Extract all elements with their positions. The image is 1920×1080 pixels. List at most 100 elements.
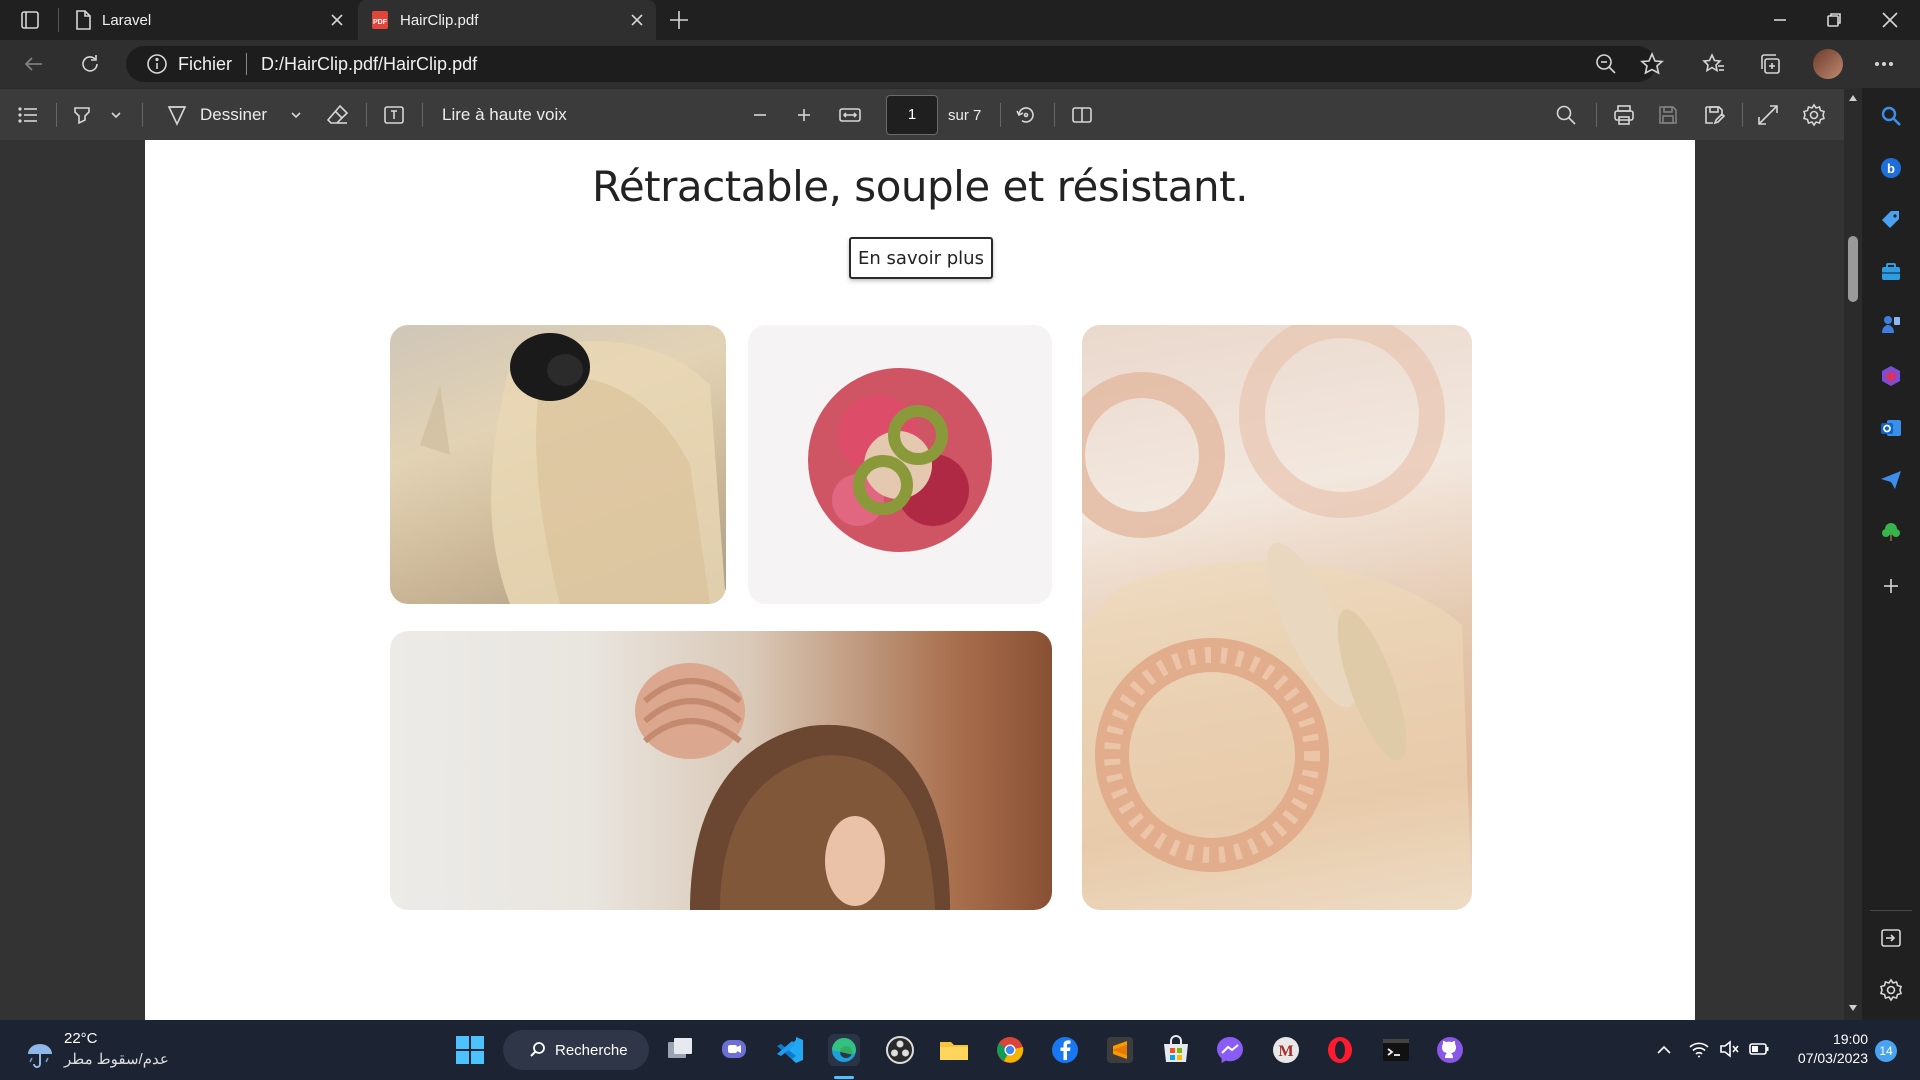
tab-bar: Laravel PDF HairClip.pdf xyxy=(0,0,1920,40)
tab-label: HairClip.pdf xyxy=(400,11,479,29)
tab-actions-icon[interactable] xyxy=(14,8,46,32)
info-icon[interactable] xyxy=(146,53,168,75)
search-icon[interactable] xyxy=(1554,103,1578,127)
text-box-icon[interactable] xyxy=(382,103,406,127)
start-button[interactable] xyxy=(454,1034,486,1066)
svg-text:M: M xyxy=(1278,1043,1293,1060)
save-icon[interactable] xyxy=(1656,103,1680,127)
chevron-down-icon[interactable] xyxy=(108,103,124,127)
file-explorer-icon[interactable] xyxy=(938,1034,970,1066)
address-field[interactable]: Fichier D:/HairClip.pdf/HairClip.pdf xyxy=(126,46,1656,82)
taskbar-search[interactable]: Recherche xyxy=(503,1030,649,1070)
toolbar-separator xyxy=(142,103,143,127)
games-icon[interactable] xyxy=(1879,312,1903,336)
favorites-icon[interactable] xyxy=(1702,52,1726,76)
clock-date: 07/03/2023 xyxy=(1797,1050,1868,1066)
scroll-down-icon[interactable] xyxy=(1847,1002,1859,1014)
draw-button[interactable]: Dessiner xyxy=(166,103,267,127)
edge-icon[interactable] xyxy=(828,1034,860,1066)
url-text[interactable]: D:/HairClip.pdf/HairClip.pdf xyxy=(261,54,477,75)
draw-label: Dessiner xyxy=(200,105,268,124)
weather-widget[interactable]: 22°C عدم/سقوط مطر xyxy=(24,1028,169,1070)
github-desktop-icon[interactable] xyxy=(1434,1034,1466,1066)
shopping-icon[interactable] xyxy=(1879,208,1903,232)
teams-chat-icon[interactable] xyxy=(718,1034,750,1066)
save-as-icon[interactable] xyxy=(1702,103,1726,127)
chrome-icon[interactable] xyxy=(994,1034,1026,1066)
toolbar-separator xyxy=(422,103,423,127)
toolbar-separator xyxy=(1596,103,1597,127)
eraser-icon[interactable] xyxy=(326,103,350,127)
table-of-contents-icon[interactable] xyxy=(16,103,40,127)
close-window-icon[interactable] xyxy=(1878,8,1902,32)
microsoft-store-icon[interactable] xyxy=(1160,1034,1192,1066)
hide-sidebar-icon[interactable] xyxy=(1879,926,1903,950)
zoom-out-icon[interactable] xyxy=(748,103,772,127)
send-icon[interactable] xyxy=(1879,468,1903,492)
highlight-icon[interactable] xyxy=(70,103,94,127)
tab-laravel[interactable]: Laravel xyxy=(60,0,356,40)
read-aloud-button[interactable]: Lire à haute voix xyxy=(442,103,567,127)
messenger-icon[interactable] xyxy=(1214,1034,1246,1066)
vscode-icon[interactable] xyxy=(774,1034,806,1066)
search-label: Recherche xyxy=(555,1041,628,1059)
settings-icon[interactable] xyxy=(1879,978,1903,1002)
terminal-icon[interactable] xyxy=(1380,1034,1412,1066)
svg-text:PDF: PDF xyxy=(373,19,388,26)
toolbar-separator xyxy=(1054,103,1055,127)
pdf-page: Rétractable, souple et résistant. En sav… xyxy=(145,140,1695,1020)
tab-label: Laravel xyxy=(102,11,152,29)
battery-icon[interactable] xyxy=(1748,1038,1770,1060)
obs-icon[interactable] xyxy=(884,1034,916,1066)
scrollbar-thumb[interactable] xyxy=(1848,236,1858,302)
new-tab-icon[interactable] xyxy=(667,8,691,32)
zoom-in-icon[interactable] xyxy=(792,103,816,127)
chevron-up-icon[interactable] xyxy=(1654,1040,1674,1060)
settings-icon[interactable] xyxy=(1802,103,1826,127)
profile-avatar[interactable] xyxy=(1813,49,1843,79)
chevron-down-icon[interactable] xyxy=(288,103,304,127)
sublime-text-icon[interactable] xyxy=(1104,1034,1136,1066)
notification-badge[interactable]: 14 xyxy=(1875,1040,1897,1062)
facebook-icon[interactable] xyxy=(1049,1034,1081,1066)
add-favorite-icon[interactable] xyxy=(1640,52,1664,76)
collections-icon[interactable] xyxy=(1758,52,1782,76)
more-options-icon[interactable] xyxy=(1872,52,1896,76)
mega-app-icon[interactable]: M xyxy=(1270,1034,1302,1066)
back-icon[interactable] xyxy=(22,52,46,76)
microsoft-365-icon[interactable] xyxy=(1879,364,1903,388)
print-icon[interactable] xyxy=(1612,103,1636,127)
refresh-icon[interactable] xyxy=(78,52,102,76)
close-icon[interactable] xyxy=(328,11,346,29)
page-view-icon[interactable] xyxy=(1070,103,1094,127)
fit-width-icon[interactable] xyxy=(838,103,862,127)
fullscreen-icon[interactable] xyxy=(1756,103,1780,127)
search-icon[interactable] xyxy=(1879,104,1903,128)
vertical-scrollbar[interactable] xyxy=(1844,88,1862,1020)
restore-icon[interactable] xyxy=(1822,8,1846,32)
url-separator xyxy=(246,53,248,75)
close-icon[interactable] xyxy=(628,11,646,29)
task-view-icon[interactable] xyxy=(664,1034,696,1066)
outlook-icon[interactable] xyxy=(1879,416,1903,440)
address-bar: Fichier D:/HairClip.pdf/HairClip.pdf xyxy=(0,40,1920,88)
tree-icon[interactable] xyxy=(1879,520,1903,544)
page-number-input[interactable]: 1 xyxy=(886,95,938,135)
bing-chat-icon[interactable]: b xyxy=(1879,156,1903,180)
rotate-icon[interactable] xyxy=(1014,103,1038,127)
volume-muted-icon[interactable] xyxy=(1718,1038,1740,1060)
add-icon[interactable] xyxy=(1879,574,1903,598)
toolbar-separator xyxy=(1000,103,1001,127)
tools-icon[interactable] xyxy=(1879,260,1903,284)
read-aloud-label: Lire à haute voix xyxy=(442,105,567,124)
learn-more-button[interactable]: En savoir plus xyxy=(849,237,993,279)
scroll-up-icon[interactable] xyxy=(1847,92,1859,104)
zoom-out-icon[interactable] xyxy=(1594,52,1618,76)
clock[interactable]: 19:00 07/03/2023 xyxy=(1790,1030,1868,1068)
minimize-icon[interactable] xyxy=(1768,8,1792,32)
opera-icon[interactable] xyxy=(1324,1034,1356,1066)
weather-temperature: 22°C xyxy=(64,1030,98,1047)
wifi-icon[interactable] xyxy=(1688,1038,1710,1060)
tab-hairclip[interactable]: PDF HairClip.pdf xyxy=(358,0,656,40)
clock-time: 19:00 xyxy=(1832,1031,1868,1047)
